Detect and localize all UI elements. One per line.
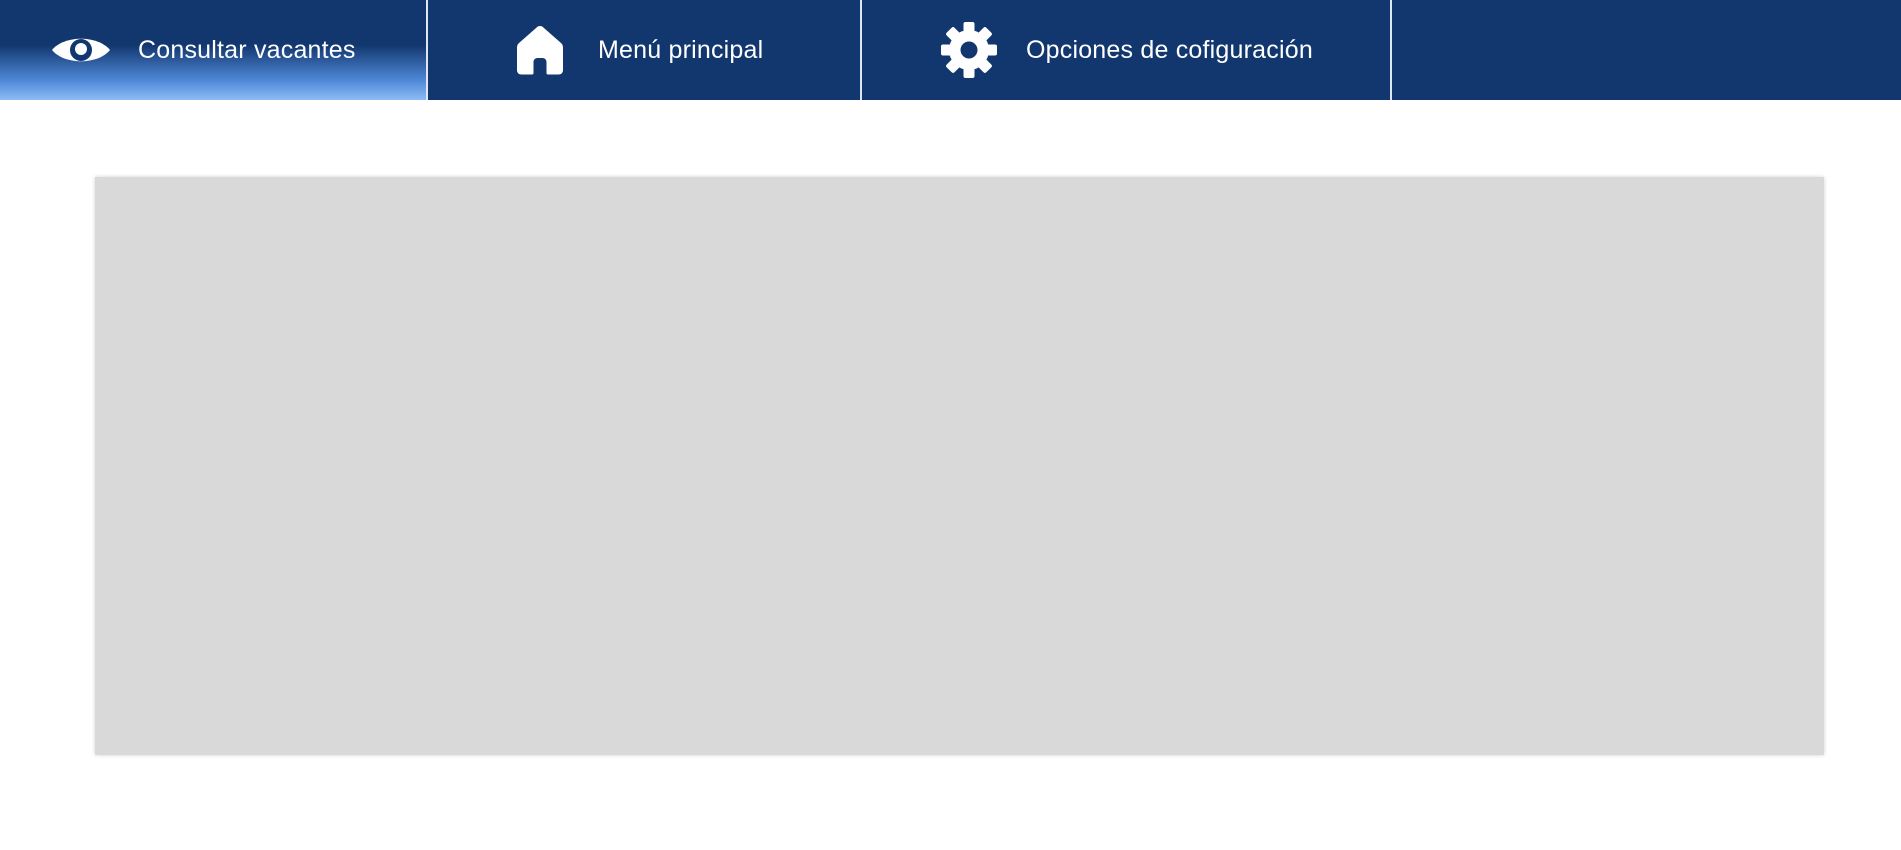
tab-label: Menú principal xyxy=(598,35,764,64)
home-icon xyxy=(516,25,564,75)
eye-icon xyxy=(50,30,112,70)
tab-menu-principal[interactable]: Menú principal xyxy=(428,0,860,100)
tab-label: Consultar vacantes xyxy=(138,35,356,64)
top-navigation-bar: Consultar vacantes Menú principal Opcion… xyxy=(0,0,1901,100)
navbar-empty-area xyxy=(1392,0,1901,100)
tab-label: Opciones de cofiguración xyxy=(1026,35,1313,64)
content-panel xyxy=(95,177,1824,755)
gear-icon xyxy=(940,21,998,79)
tab-opciones-configuracion[interactable]: Opciones de cofiguración xyxy=(862,0,1390,100)
tab-consultar-vacantes[interactable]: Consultar vacantes xyxy=(0,0,426,100)
